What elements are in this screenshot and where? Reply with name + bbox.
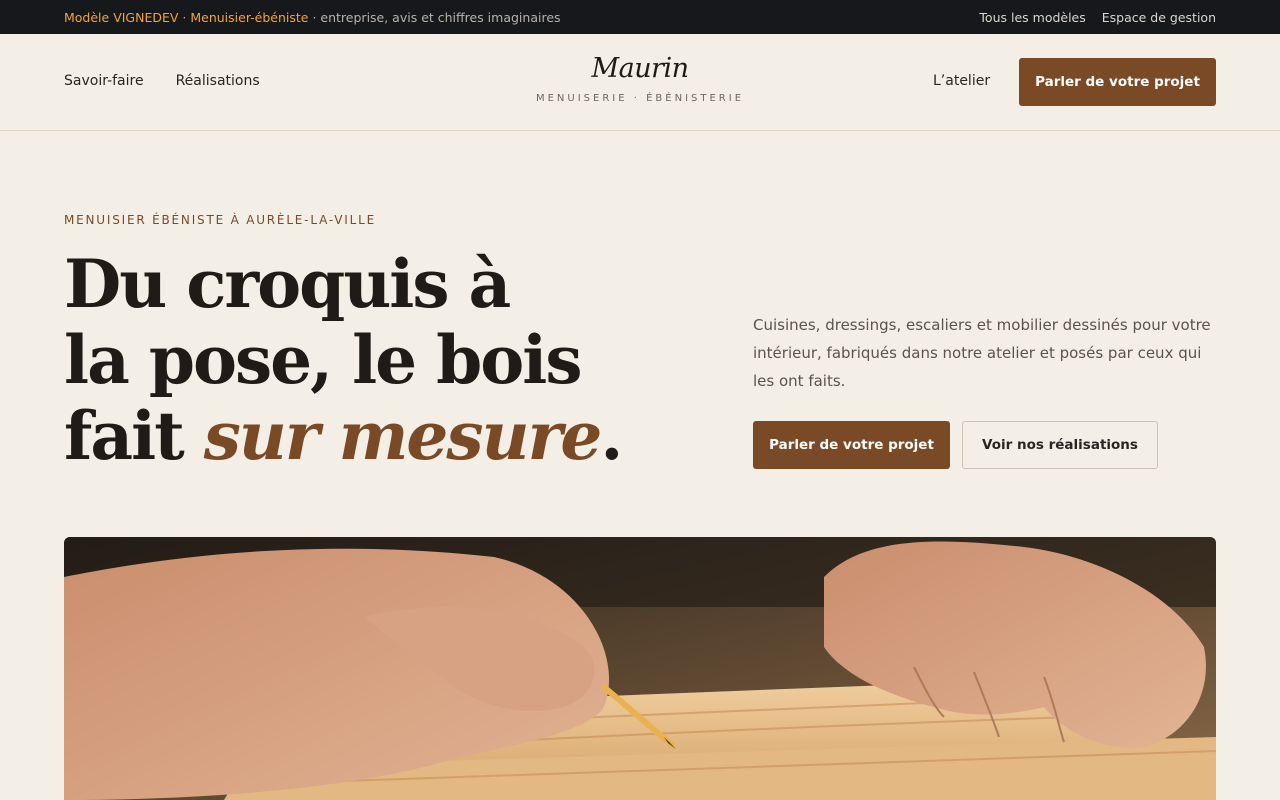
hero-headline: Du croquis à la pose, le bois fait sur m…: [64, 246, 624, 474]
topbar-links: Tous les modèles Espace de gestion: [979, 10, 1216, 25]
headline-accent: sur mesure: [203, 397, 603, 475]
hands-marking-wood-photo: [64, 537, 1216, 800]
demo-topbar: Modèle VIGNEDEV · Menuisier-ébéniste · e…: [0, 0, 1280, 34]
demo-notice: Modèle VIGNEDEV · Menuisier-ébéniste · e…: [64, 10, 561, 25]
hero-portfolio-button[interactable]: Voir nos réalisations: [962, 421, 1158, 469]
headline-line-2: la pose, le bois: [64, 321, 583, 399]
hero-photo: [64, 537, 1216, 800]
headline-line-1: Du croquis à: [64, 245, 511, 323]
headline-end: .: [600, 397, 623, 475]
nav-atelier[interactable]: L’atelier: [933, 73, 990, 89]
all-models-link[interactable]: Tous les modèles: [979, 10, 1085, 25]
model-label: Modèle VIGNEDEV · Menuisier-ébéniste: [64, 9, 309, 25]
headline-line-3-start: fait: [64, 397, 204, 475]
hero-intro: Cuisines, dressings, escaliers et mobili…: [753, 316, 1211, 390]
demo-tagline: · entreprise, avis et chiffres imaginair…: [308, 9, 561, 25]
management-space-link[interactable]: Espace de gestion: [1102, 10, 1216, 25]
hero-eyebrow: MENUISIER ÉBÉNISTE À AURÈLE-LA-VILLE: [64, 213, 376, 227]
header-contact-button[interactable]: Parler de votre projet: [1019, 58, 1216, 106]
hero-contact-button[interactable]: Parler de votre projet: [753, 421, 950, 469]
site-header: Savoir-faire Réalisations Maurin MENUISE…: [0, 34, 1280, 131]
